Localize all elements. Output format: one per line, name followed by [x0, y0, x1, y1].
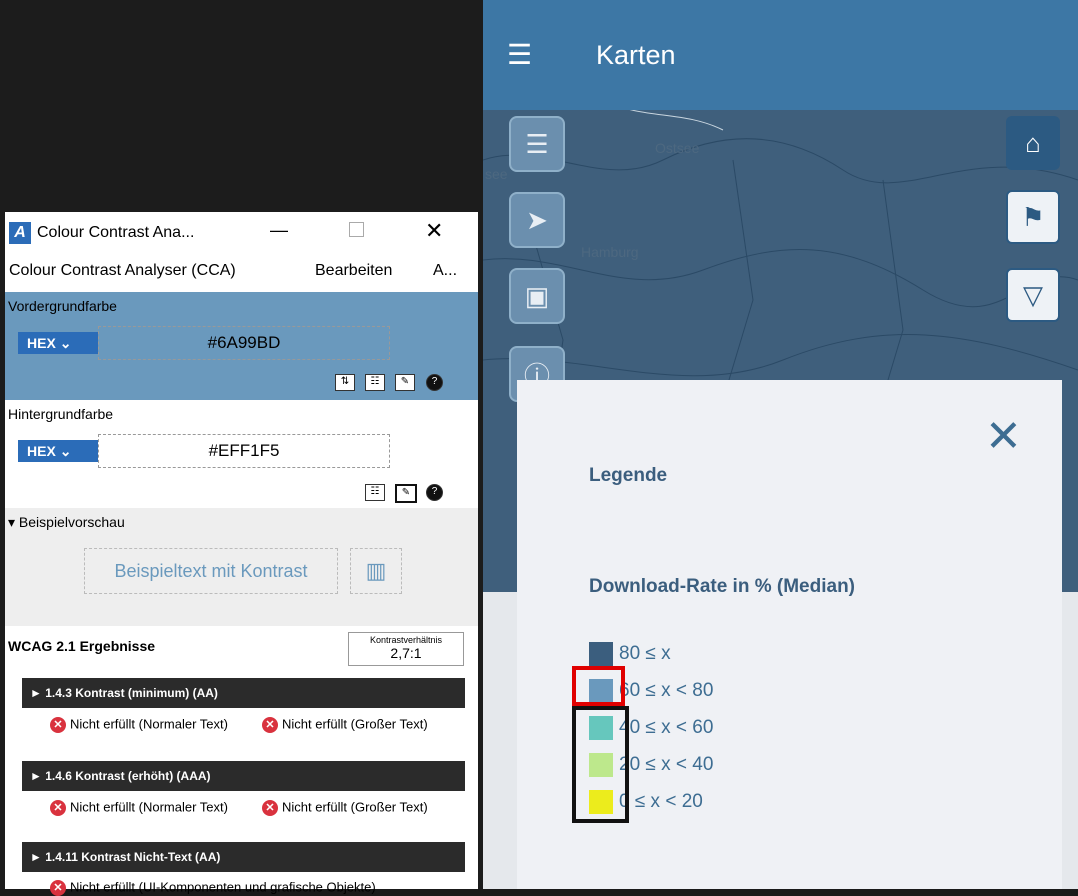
fail-normal-text: ✕ Nicht erfüllt (Normaler Text) — [50, 800, 250, 816]
eyedropper-icon[interactable]: ✎ — [395, 484, 417, 503]
partial-panel-right — [1062, 592, 1078, 889]
foreground-hex-input[interactable]: #6A99BD — [98, 326, 390, 360]
preview-sample-text: Beispieltext mit Kontrast — [84, 548, 338, 594]
highlight-black-box — [572, 706, 629, 823]
color-sliders-icon[interactable]: ☷ — [365, 374, 385, 391]
format-label: HEX — [27, 335, 56, 351]
map-label-see: see — [485, 166, 508, 182]
close-icon[interactable]: ✕ — [985, 415, 1022, 459]
location-arrow-icon[interactable]: ➤ — [509, 192, 565, 248]
home-icon[interactable]: ⌂ — [1006, 116, 1060, 170]
background-title: Hintergrundfarbe — [8, 406, 114, 422]
chevron-down-icon: ⌄ — [59, 335, 72, 351]
map-label-city: Hamburg — [581, 244, 639, 260]
fail-label: Nicht erfüllt (Normaler Text) — [70, 716, 228, 732]
maximize-button[interactable] — [349, 222, 364, 237]
error-icon: ✕ — [262, 800, 278, 816]
legend-label: 40 ≤ x < 60 — [619, 717, 714, 738]
map-pin-flag-icon[interactable]: ⚑ — [1006, 190, 1060, 244]
menu-item-more[interactable]: A... — [433, 262, 457, 280]
legend-item: 80 ≤ x — [589, 639, 671, 669]
menu-bar: Colour Contrast Analyser (CCA) Bearbeite… — [5, 252, 478, 290]
map-label-sea: Ostsee — [655, 140, 700, 156]
fail-label: Nicht erfüllt (UI-Komponenten und grafis… — [70, 879, 376, 895]
window-title: Colour Contrast Ana... — [37, 224, 195, 241]
legend-label: 20 ≤ x < 40 — [619, 754, 714, 775]
error-icon: ✕ — [262, 717, 278, 733]
legend-label: 0 ≤ x < 20 — [619, 791, 703, 812]
minimize-button[interactable]: — — [270, 220, 288, 241]
background-format-select[interactable]: HEX ⌄ — [18, 440, 98, 462]
error-icon: ✕ — [50, 880, 66, 896]
page-title: Karten — [596, 40, 676, 70]
save-icon[interactable]: ▣ — [509, 268, 565, 324]
legend-subheading: Download-Rate in % (Median) — [589, 576, 855, 597]
legend-swatch — [589, 642, 613, 666]
fail-normal-text: ✕ Nicht erfüllt (Normaler Text) — [50, 717, 250, 733]
help-icon[interactable]: ? — [426, 484, 443, 501]
criterion-header[interactable]: ► 1.4.11 Kontrast Nicht-Text (AA) — [22, 842, 465, 872]
results-title: WCAG 2.1 Ergebnisse — [8, 638, 156, 654]
close-button[interactable]: ✕ — [425, 218, 443, 244]
legend-label: 60 ≤ x < 80 — [619, 680, 714, 701]
app-header: ☰ Karten — [483, 0, 1078, 110]
background-hex-input[interactable]: #EFF1F5 — [98, 434, 390, 468]
hamburger-menu-icon[interactable]: ☰ — [507, 38, 537, 72]
eyedropper-icon[interactable]: ✎ — [395, 374, 415, 391]
fail-label: Nicht erfüllt (Normaler Text) — [70, 799, 228, 815]
menu-item-cca[interactable]: Colour Contrast Analyser (CCA) — [9, 262, 236, 280]
fail-large-text: ✕ Nicht erfüllt (Großer Text) — [262, 717, 472, 733]
contrast-ratio-label: Kontrastverhältnis — [369, 635, 443, 645]
foreground-title: Vordergrundfarbe — [8, 298, 117, 314]
filter-icon[interactable]: ▽ — [1006, 268, 1060, 322]
color-sliders-icon[interactable]: ☷ — [365, 484, 385, 501]
settings-sliders-icon[interactable]: ☰ — [509, 116, 565, 172]
foreground-section: Vordergrundfarbe HEX ⌄ #6A99BD ⇅ ☷ ✎ ? — [5, 292, 478, 400]
partial-panel-left — [483, 592, 517, 889]
fail-label: Nicht erfüllt (Großer Text) — [282, 799, 428, 815]
swap-colors-icon[interactable]: ⇅ — [335, 374, 355, 391]
fail-large-text: ✕ Nicht erfüllt (Großer Text) — [262, 800, 472, 816]
error-icon: ✕ — [50, 800, 66, 816]
chart-icon[interactable]: ▥ — [350, 548, 402, 594]
menu-item-bearbeiten[interactable]: Bearbeiten — [315, 262, 392, 280]
cca-window: A Colour Contrast Ana... — ✕ Colour Cont… — [5, 212, 478, 896]
criterion-header[interactable]: ► 1.4.3 Kontrast (minimum) (AA) — [22, 678, 465, 708]
fail-ui-components: ✕ Nicht erfüllt (UI-Komponenten und grafi… — [50, 880, 470, 896]
legend-heading: Legende — [589, 465, 668, 486]
background-section: Hintergrundfarbe HEX ⌄ #EFF1F5 ☷ ✎ ? — [5, 400, 478, 508]
highlight-red-box — [572, 666, 625, 706]
preview-title[interactable]: ▾ Beispielvorschau — [8, 514, 125, 531]
app-logo-icon: A — [9, 222, 31, 244]
fail-label: Nicht erfüllt (Großer Text) — [282, 716, 428, 732]
window-titlebar: A Colour Contrast Ana... — ✕ — [5, 212, 478, 252]
error-icon: ✕ — [50, 717, 66, 733]
foreground-format-select[interactable]: HEX ⌄ — [18, 332, 98, 354]
contrast-ratio-box: Kontrastverhältnis 2,7:1 — [348, 632, 464, 666]
criterion-header[interactable]: ► 1.4.6 Kontrast (erhöht) (AAA) — [22, 761, 465, 791]
contrast-ratio-value: 2,7:1 — [390, 645, 422, 661]
chevron-down-icon: ⌄ — [59, 443, 72, 459]
preview-section: ▾ Beispielvorschau Beispieltext mit Kont… — [5, 508, 478, 626]
results-section: WCAG 2.1 Ergebnisse Kontrastverhältnis 2… — [5, 626, 478, 896]
legend-label: 80 ≤ x — [619, 643, 671, 664]
help-icon[interactable]: ? — [426, 374, 443, 391]
format-label: HEX — [27, 443, 56, 459]
